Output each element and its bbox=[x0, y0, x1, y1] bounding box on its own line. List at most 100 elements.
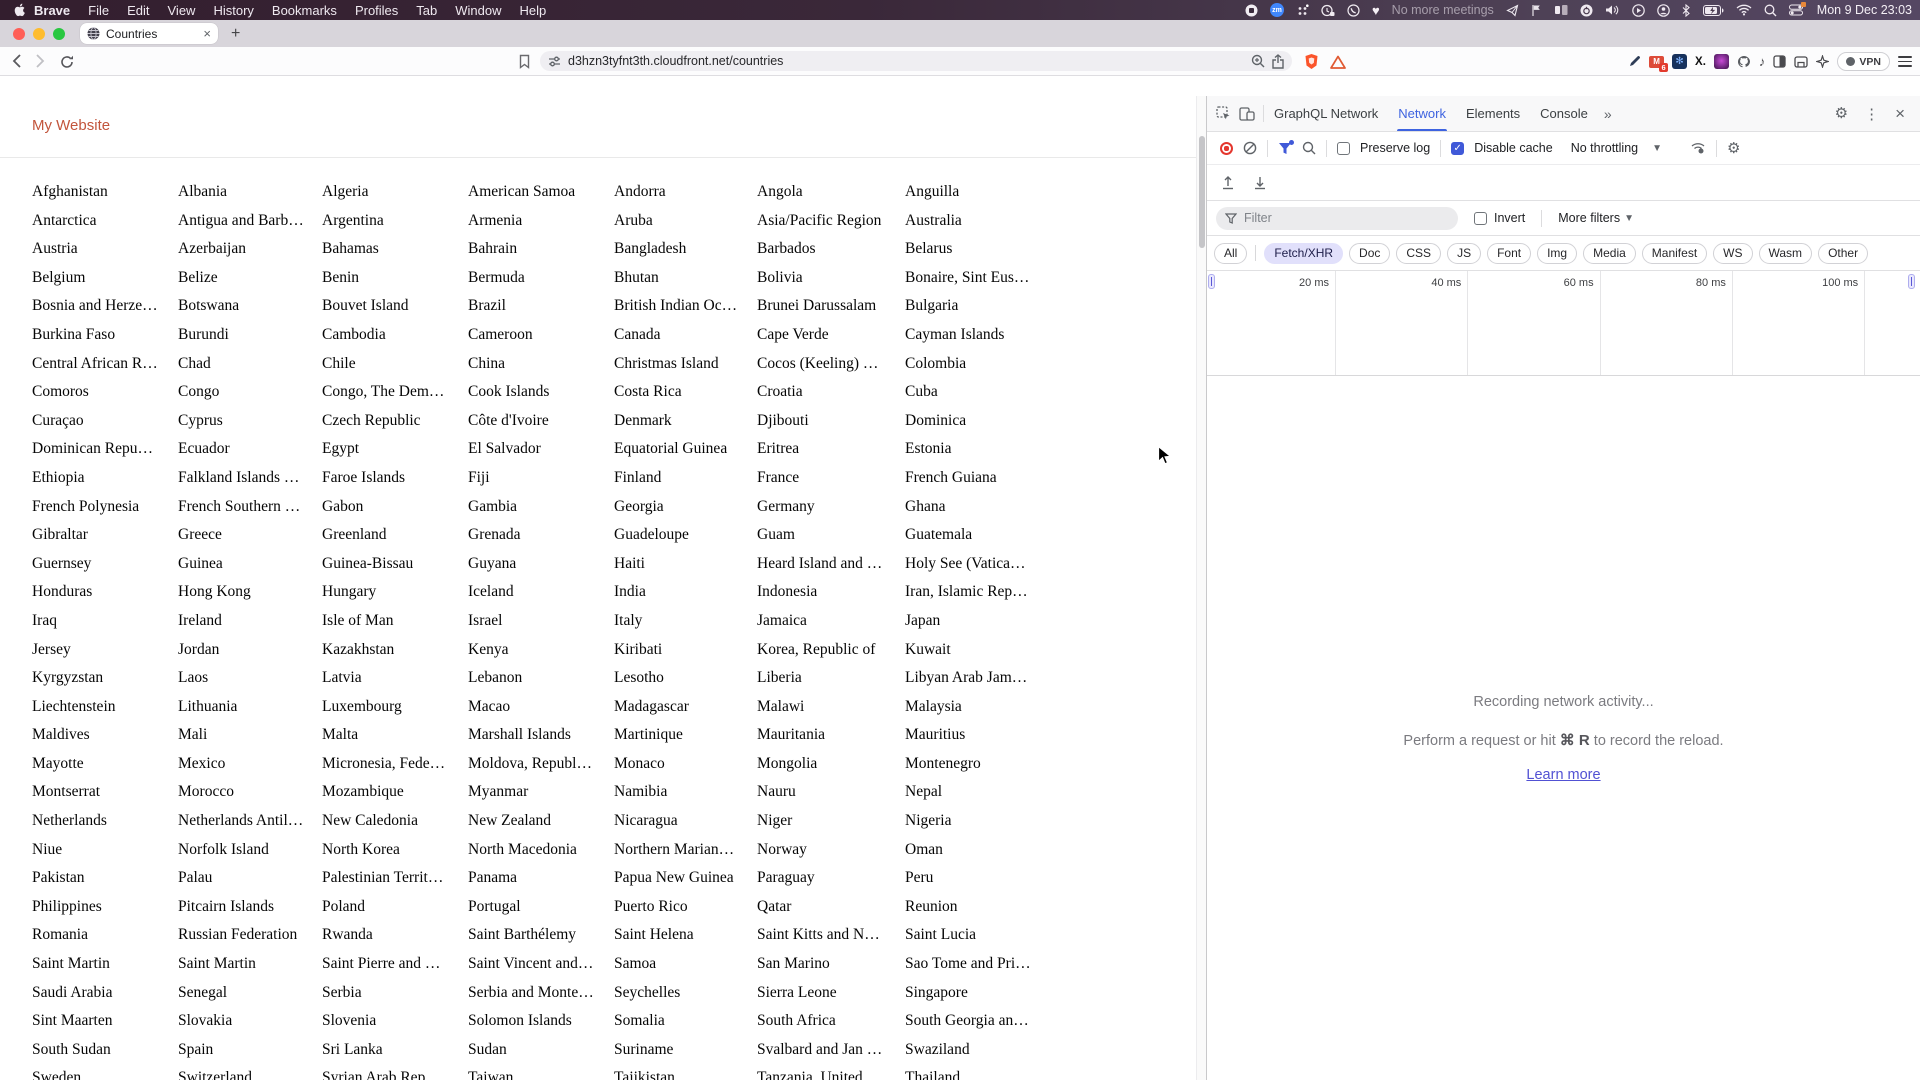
app-menu-icon[interactable] bbox=[1898, 55, 1912, 68]
disable-cache-checkbox[interactable]: ✓ bbox=[1451, 141, 1465, 155]
learn-more-link[interactable]: Learn more bbox=[1526, 767, 1600, 783]
invert-checkbox[interactable] bbox=[1474, 211, 1487, 225]
ruler-left-handle[interactable] bbox=[1208, 274, 1215, 289]
clear-network-log-icon[interactable] bbox=[1243, 141, 1257, 155]
filter-toggle-icon[interactable] bbox=[1278, 139, 1294, 155]
filter-chip-manifest[interactable]: Manifest bbox=[1641, 242, 1708, 264]
more-tabs-icon[interactable]: » bbox=[1598, 106, 1617, 122]
filter-chip-font[interactable]: Font bbox=[1487, 242, 1532, 264]
devtools-menu-icon[interactable]: ⋮ bbox=[1864, 105, 1879, 123]
stage-manager-icon[interactable] bbox=[1554, 4, 1568, 16]
x-extension-icon[interactable]: X. bbox=[1695, 56, 1706, 68]
keyboard-layout-icon[interactable] bbox=[1296, 3, 1309, 17]
filter-chip-css[interactable]: CSS bbox=[1396, 242, 1442, 264]
network-settings-icon[interactable]: ⚙ bbox=[1727, 141, 1740, 156]
bluetooth-icon[interactable] bbox=[1682, 3, 1691, 17]
menu-item-view[interactable]: View bbox=[159, 3, 205, 18]
filter-chip-img[interactable]: Img bbox=[1537, 242, 1578, 264]
flag-icon[interactable] bbox=[1531, 4, 1542, 17]
menu-item-brave[interactable]: Brave bbox=[25, 3, 79, 18]
reader-mode-icon[interactable] bbox=[1773, 55, 1787, 68]
filter-input[interactable]: Filter bbox=[1216, 206, 1458, 230]
apple-logo-icon[interactable] bbox=[14, 3, 25, 17]
card-icon[interactable] bbox=[1794, 55, 1809, 68]
export-har-icon[interactable] bbox=[1253, 175, 1267, 190]
battery-icon[interactable] bbox=[1702, 4, 1724, 16]
menu-item-bookmarks[interactable]: Bookmarks bbox=[263, 3, 346, 18]
menu-item-edit[interactable]: Edit bbox=[118, 3, 158, 18]
menu-item-window[interactable]: Window bbox=[446, 3, 510, 18]
import-har-icon[interactable] bbox=[1221, 175, 1235, 190]
menu-item-profiles[interactable]: Profiles bbox=[346, 3, 407, 18]
filter-chip-other[interactable]: Other bbox=[1818, 242, 1869, 264]
power-icon[interactable] bbox=[1580, 4, 1593, 17]
menu-item-history[interactable]: History bbox=[204, 3, 262, 18]
filter-chip-js[interactable]: JS bbox=[1447, 242, 1482, 264]
devtools-tab-console[interactable]: Console bbox=[1530, 96, 1598, 131]
url-text[interactable]: d3hzn3tyfnt3th.cloudfront.net/countries bbox=[568, 54, 1244, 68]
filter-chip-all[interactable]: All bbox=[1214, 242, 1248, 264]
filter-chip-media[interactable]: Media bbox=[1583, 242, 1636, 264]
brave-shield-icon[interactable] bbox=[1304, 53, 1319, 75]
forward-icon[interactable] bbox=[36, 54, 45, 73]
disable-cache-label[interactable]: Disable cache bbox=[1474, 141, 1553, 155]
control-center-icon[interactable] bbox=[1788, 2, 1806, 16]
bookmark-icon[interactable] bbox=[519, 54, 530, 74]
throttling-select[interactable]: No throttling bbox=[1571, 141, 1638, 155]
viber-icon[interactable] bbox=[1347, 3, 1360, 17]
chevron-down-icon[interactable]: ▼ bbox=[1652, 143, 1662, 154]
preserve-log-label[interactable]: Preserve log bbox=[1360, 141, 1430, 155]
spotlight-search-icon[interactable] bbox=[1764, 4, 1777, 17]
rewards-spark-icon[interactable] bbox=[1816, 55, 1830, 68]
devtools-close-icon[interactable]: × bbox=[1895, 105, 1905, 122]
url-bar[interactable]: d3hzn3tyfnt3th.cloudfront.net/countries bbox=[540, 51, 1292, 71]
minimize-window-button[interactable] bbox=[33, 27, 45, 40]
meetings-status-text[interactable]: No more meetings bbox=[1392, 3, 1494, 17]
menu-item-help[interactable]: Help bbox=[511, 3, 556, 18]
page-scrollbar[interactable] bbox=[1196, 96, 1206, 1080]
play-circle-icon[interactable] bbox=[1631, 3, 1645, 17]
back-icon[interactable] bbox=[12, 54, 21, 73]
zoom-window-button[interactable] bbox=[53, 27, 65, 40]
device-toolbar-icon[interactable] bbox=[1239, 106, 1255, 121]
vpn-button[interactable]: VPN bbox=[1837, 52, 1890, 71]
browser-tab-countries[interactable]: Countries × bbox=[80, 23, 218, 44]
record-network-log-icon[interactable] bbox=[1220, 141, 1233, 155]
scrollbar-thumb[interactable] bbox=[1198, 136, 1205, 248]
inspect-element-icon[interactable] bbox=[1216, 106, 1231, 121]
close-window-button[interactable] bbox=[13, 27, 25, 40]
page-zoom-icon[interactable] bbox=[1251, 54, 1265, 68]
preserve-log-checkbox[interactable] bbox=[1337, 141, 1350, 155]
zoom-app-icon[interactable]: zm bbox=[1269, 3, 1284, 17]
filter-chip-doc[interactable]: Doc bbox=[1349, 242, 1391, 264]
filter-chip-wasm[interactable]: Wasm bbox=[1758, 242, 1813, 264]
filter-chip-fetch-xhr[interactable]: Fetch/XHR bbox=[1264, 242, 1344, 264]
wifi-icon[interactable] bbox=[1736, 4, 1752, 16]
filter-chip-ws[interactable]: WS bbox=[1713, 242, 1753, 264]
time-lock-icon[interactable] bbox=[1321, 4, 1335, 17]
network-conditions-icon[interactable] bbox=[1690, 142, 1706, 154]
more-filters-button[interactable]: More filters ▼ bbox=[1558, 211, 1634, 225]
share-icon[interactable] bbox=[1272, 53, 1284, 69]
menubar-clock[interactable]: Mon 9 Dec 23:03 bbox=[1817, 3, 1912, 17]
menu-item-tab[interactable]: Tab bbox=[407, 3, 446, 18]
ruler-right-handle[interactable] bbox=[1908, 274, 1915, 289]
warning-triangle-icon[interactable] bbox=[1330, 55, 1346, 74]
new-tab-button[interactable]: + bbox=[231, 25, 240, 42]
send-icon[interactable] bbox=[1506, 3, 1519, 17]
devtools-settings-icon[interactable]: ⚙ bbox=[1835, 106, 1848, 121]
search-network-icon[interactable] bbox=[1302, 141, 1316, 155]
devtools-tab-network[interactable]: Network bbox=[1388, 96, 1456, 131]
mail-extension-icon[interactable]: M6 bbox=[1649, 55, 1669, 72]
settings-extension-icon[interactable]: ✻ bbox=[1672, 54, 1688, 69]
purple-extension-icon[interactable] bbox=[1713, 54, 1729, 69]
volume-icon[interactable] bbox=[1605, 4, 1620, 16]
reload-icon[interactable] bbox=[60, 55, 74, 74]
invert-label[interactable]: Invert bbox=[1494, 211, 1525, 225]
highlighter-pen-icon[interactable] bbox=[1628, 55, 1641, 68]
tab-close-icon[interactable]: × bbox=[203, 27, 211, 40]
octo-extension-icon[interactable] bbox=[1737, 55, 1751, 68]
account-icon[interactable] bbox=[1656, 3, 1670, 17]
heart-icon[interactable]: ♥ bbox=[1372, 3, 1380, 18]
devtools-tab-elements[interactable]: Elements bbox=[1456, 96, 1530, 131]
